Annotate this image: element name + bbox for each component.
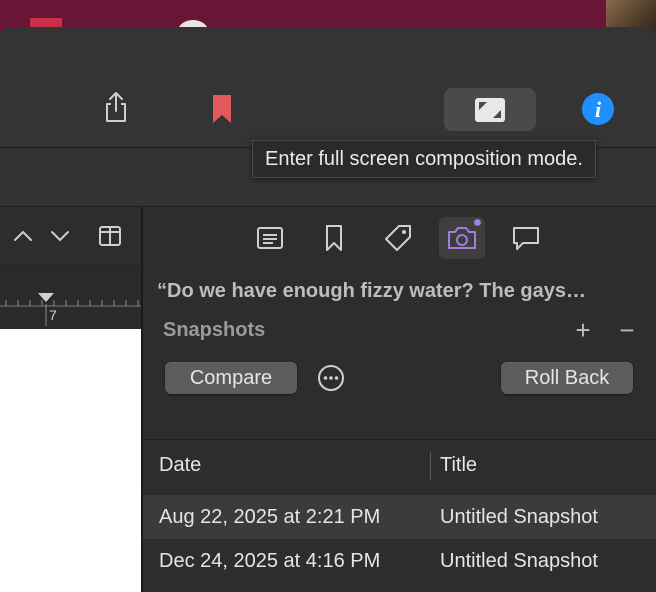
split-view-button[interactable] <box>96 222 124 250</box>
tab-snapshots[interactable] <box>439 217 485 259</box>
info-button[interactable]: i <box>580 89 616 129</box>
add-snapshot-button[interactable]: + <box>570 317 596 345</box>
tag-icon <box>385 225 411 251</box>
roll-back-button[interactable]: Roll Back <box>501 362 633 394</box>
camera-icon <box>448 227 476 249</box>
tab-stop-marker[interactable] <box>38 293 54 302</box>
svg-text:i: i <box>595 97 602 122</box>
next-button[interactable] <box>46 222 74 250</box>
editor-nav-bar <box>0 207 141 266</box>
previous-button[interactable] <box>9 222 37 250</box>
bookmark-button[interactable] <box>204 89 240 129</box>
ruler: 7 <box>0 266 141 329</box>
bookmark-icon <box>326 225 342 251</box>
snapshot-indicator-dot <box>474 219 481 226</box>
fullscreen-composition-button[interactable] <box>444 88 536 131</box>
column-separator[interactable] <box>430 452 431 480</box>
tab-tags[interactable] <box>375 217 421 259</box>
app-window: i 7 “Do we have enough fizzy water? The … <box>0 27 656 592</box>
remove-snapshot-button[interactable]: − <box>614 317 640 345</box>
chevron-down-icon <box>51 231 69 242</box>
info-icon: i <box>582 93 614 125</box>
compare-button[interactable]: Compare <box>165 362 297 394</box>
snapshots-table: Date Title Aug 22, 2025 at 2:21 PM Untit… <box>143 439 656 592</box>
comment-icon <box>513 227 539 250</box>
document-title: “Do we have enough fizzy water? The gays… <box>157 280 586 302</box>
fullscreen-composition-icon <box>475 97 505 122</box>
inspector-tabs <box>143 207 656 265</box>
table-row[interactable]: Dec 24, 2025 at 4:16 PM Untitled Snapsho… <box>143 539 656 583</box>
tooltip: Enter full screen composition mode. <box>252 140 596 178</box>
snapshot-title: Untitled Snapshot <box>440 506 598 528</box>
tab-formatting[interactable] <box>247 217 293 259</box>
bookmark-icon <box>213 95 231 123</box>
chevron-up-icon <box>14 230 32 241</box>
ruler-ticks <box>0 293 141 326</box>
table-row[interactable]: Aug 22, 2025 at 2:21 PM Untitled Snapsho… <box>143 495 656 539</box>
document-page[interactable] <box>0 329 141 592</box>
snapshot-title: Untitled Snapshot <box>440 550 598 572</box>
more-options-button[interactable] <box>317 364 345 392</box>
snapshots-heading: Snapshots <box>163 319 266 341</box>
snapshot-date: Aug 22, 2025 at 2:21 PM <box>159 506 381 528</box>
ruler-number: 7 <box>49 307 57 323</box>
editor-pane: 7 <box>0 207 141 592</box>
inspector-pane: “Do we have enough fizzy water? The gays… <box>143 207 656 592</box>
window-toolbar: i <box>0 27 656 148</box>
tab-comments[interactable] <box>503 217 549 259</box>
tab-bookmarks[interactable] <box>311 217 357 259</box>
share-icon <box>106 92 126 122</box>
ellipsis-circle-icon <box>318 365 344 391</box>
snapshot-date: Dec 24, 2025 at 4:16 PM <box>159 550 381 572</box>
split-view-icon <box>99 226 121 246</box>
column-header-date[interactable]: Date <box>159 440 201 490</box>
column-header-title[interactable]: Title <box>440 440 477 490</box>
share-button[interactable] <box>98 87 134 127</box>
formatting-icon <box>257 227 283 249</box>
